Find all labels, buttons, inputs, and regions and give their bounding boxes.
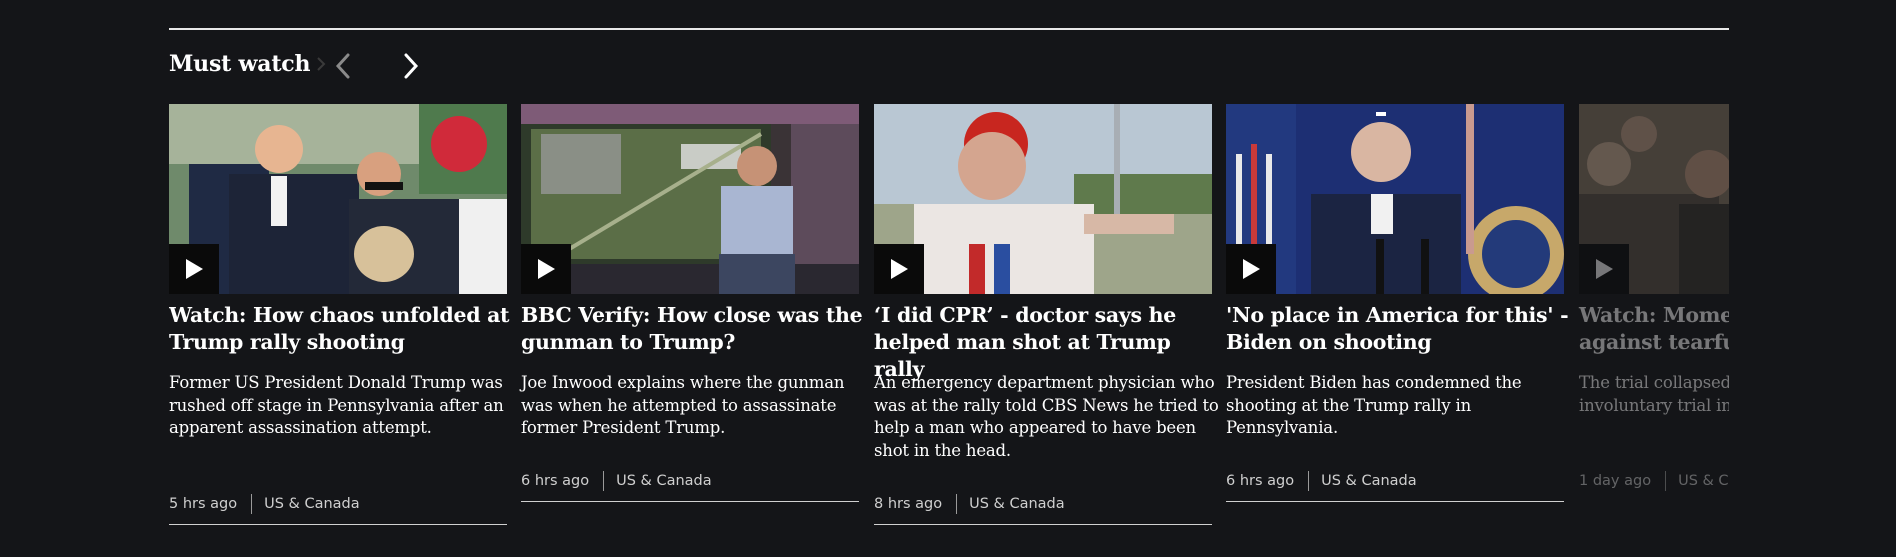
play-icon bbox=[1596, 259, 1613, 279]
card-underline bbox=[874, 524, 1212, 525]
play-icon bbox=[891, 259, 908, 279]
card-headline[interactable]: 'No place in America for this' - Biden o… bbox=[1226, 302, 1571, 356]
video-thumbnail[interactable] bbox=[1579, 104, 1729, 294]
video-card[interactable]: BBC Verify: How close was the gunman to … bbox=[521, 104, 863, 534]
meta-divider bbox=[1308, 471, 1310, 491]
card-summary: An emergency department physician who wa… bbox=[874, 373, 1219, 460]
card-underline bbox=[521, 501, 859, 502]
meta-divider bbox=[956, 494, 958, 514]
chevron-left-icon bbox=[335, 53, 350, 79]
card-headline[interactable]: BBC Verify: How close was the gunman to … bbox=[521, 302, 866, 356]
card-timestamp: 6 hrs ago bbox=[1226, 473, 1295, 489]
meta-divider bbox=[603, 471, 605, 491]
play-button[interactable] bbox=[169, 244, 219, 294]
play-icon bbox=[1243, 259, 1260, 279]
thumbnail-image bbox=[169, 104, 507, 294]
carousel: Watch: How chaos unfolded at Trump rally… bbox=[169, 104, 1729, 534]
video-thumbnail[interactable] bbox=[169, 104, 507, 294]
card-meta: 8 hrs ago US & Canada bbox=[874, 494, 1065, 514]
section-header: Must watch bbox=[169, 44, 332, 84]
card-timestamp: 8 hrs ago bbox=[874, 496, 943, 512]
card-timestamp: 5 hrs ago bbox=[169, 496, 238, 512]
play-button[interactable] bbox=[1579, 244, 1629, 294]
carousel-next-button[interactable] bbox=[393, 48, 429, 84]
play-icon bbox=[186, 259, 203, 279]
card-headline[interactable]: ‘I did CPR’ - doctor says he helped man … bbox=[874, 302, 1219, 383]
card-summary: Joe Inwood explains where the gunman was… bbox=[521, 373, 845, 437]
card-category[interactable]: US & Canada bbox=[1321, 473, 1417, 489]
card-category[interactable]: US & Canada bbox=[264, 496, 360, 512]
play-button[interactable] bbox=[521, 244, 571, 294]
card-summary: Former US President Donald Trump was rus… bbox=[169, 373, 504, 437]
section-title[interactable]: Must watch bbox=[169, 51, 311, 77]
card-meta: 5 hrs ago US & Canada bbox=[169, 494, 360, 514]
card-category[interactable]: US & Canada bbox=[616, 473, 712, 489]
card-meta: 6 hrs ago US & Canada bbox=[521, 471, 712, 491]
card-category[interactable]: US & Canada bbox=[1678, 473, 1729, 489]
play-icon bbox=[538, 259, 555, 279]
card-headline[interactable]: Watch: How chaos unfolded at Trump rally… bbox=[169, 302, 514, 356]
card-category[interactable]: US & Canada bbox=[969, 496, 1065, 512]
card-summary: The trial collapsed into US actor's invo… bbox=[1579, 373, 1729, 415]
card-timestamp: 1 day ago bbox=[1579, 473, 1652, 489]
card-underline bbox=[169, 524, 507, 525]
chevron-right-icon bbox=[404, 53, 419, 79]
carousel-prev-button[interactable] bbox=[325, 48, 361, 84]
section-divider bbox=[169, 28, 1729, 30]
card-headline[interactable]: Watch: Moments of tension against tearfu… bbox=[1579, 302, 1729, 356]
meta-divider bbox=[1665, 471, 1667, 491]
video-thumbnail[interactable] bbox=[521, 104, 859, 294]
card-meta: 1 day ago US & Canada bbox=[1579, 471, 1729, 491]
thumbnail-image bbox=[874, 104, 1212, 294]
video-card[interactable]: Watch: How chaos unfolded at Trump rally… bbox=[169, 104, 510, 534]
video-thumbnail[interactable] bbox=[874, 104, 1212, 294]
card-summary: President Biden has condemned the shooti… bbox=[1226, 373, 1522, 437]
thumbnail-image bbox=[521, 104, 859, 294]
meta-divider bbox=[251, 494, 253, 514]
video-card[interactable]: 'No place in America for this' - Biden o… bbox=[1226, 104, 1569, 534]
video-card[interactable]: ‘I did CPR’ - doctor says he helped man … bbox=[874, 104, 1219, 534]
card-meta: 6 hrs ago US & Canada bbox=[1226, 471, 1417, 491]
video-card[interactable]: Watch: Moments of tension against tearfu… bbox=[1579, 104, 1729, 534]
card-timestamp: 6 hrs ago bbox=[521, 473, 590, 489]
video-thumbnail[interactable] bbox=[1226, 104, 1564, 294]
play-button[interactable] bbox=[1226, 244, 1276, 294]
thumbnail-image bbox=[1226, 104, 1564, 294]
card-underline bbox=[1226, 501, 1564, 502]
play-button[interactable] bbox=[874, 244, 924, 294]
carousel-track: Watch: How chaos unfolded at Trump rally… bbox=[169, 104, 1729, 534]
